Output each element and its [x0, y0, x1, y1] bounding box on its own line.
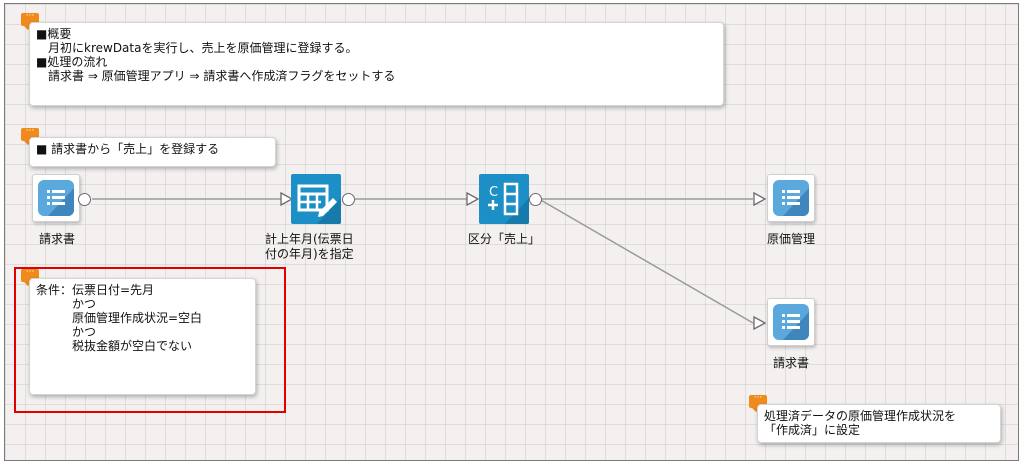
cost-mgmt-node[interactable] [767, 174, 815, 222]
arrow-in-cost [753, 191, 767, 207]
invoice-source-label: 請求書 [38, 232, 75, 246]
arrow-in-category [466, 191, 480, 207]
app-table-icon [38, 180, 74, 216]
flow-canvas[interactable]: ··· ■概要 月初にkrewDataを実行し、売上を原価管理に登録する。 ■処… [4, 3, 1019, 461]
arrow-in-invoice [753, 315, 767, 331]
invoice-out-label: 請求書 [772, 356, 809, 370]
output-port[interactable] [78, 193, 91, 206]
app-table-icon [773, 180, 809, 216]
category-sales-label: 区分「売上」 [467, 232, 540, 246]
category-sales-node[interactable]: C [479, 174, 529, 224]
formula-column-icon: C [479, 174, 529, 224]
section-note[interactable]: ■ 請求書から「売上」を登録する [29, 137, 276, 167]
set-flag-note[interactable]: 処理済データの原価管理作成状況を 「作成済」に設定 [757, 404, 1001, 443]
month-set-label: 計上年月(伝票日 付の年月)を指定 [265, 232, 354, 261]
overview-note[interactable]: ■概要 月初にkrewDataを実行し、売上を原価管理に登録する。 ■処理の流れ… [29, 22, 724, 106]
app-table-icon [773, 304, 809, 340]
connector-category-to-invoice [538, 198, 754, 324]
edit-table-icon [291, 174, 341, 224]
highlight-frame [14, 267, 286, 413]
invoice-out-node[interactable] [767, 298, 815, 346]
cost-mgmt-label: 原価管理 [766, 232, 815, 246]
output-port[interactable] [529, 193, 542, 206]
svg-text:C: C [489, 185, 498, 200]
output-port[interactable] [342, 193, 355, 206]
month-set-node[interactable] [291, 174, 341, 224]
invoice-source-node[interactable] [32, 174, 80, 222]
